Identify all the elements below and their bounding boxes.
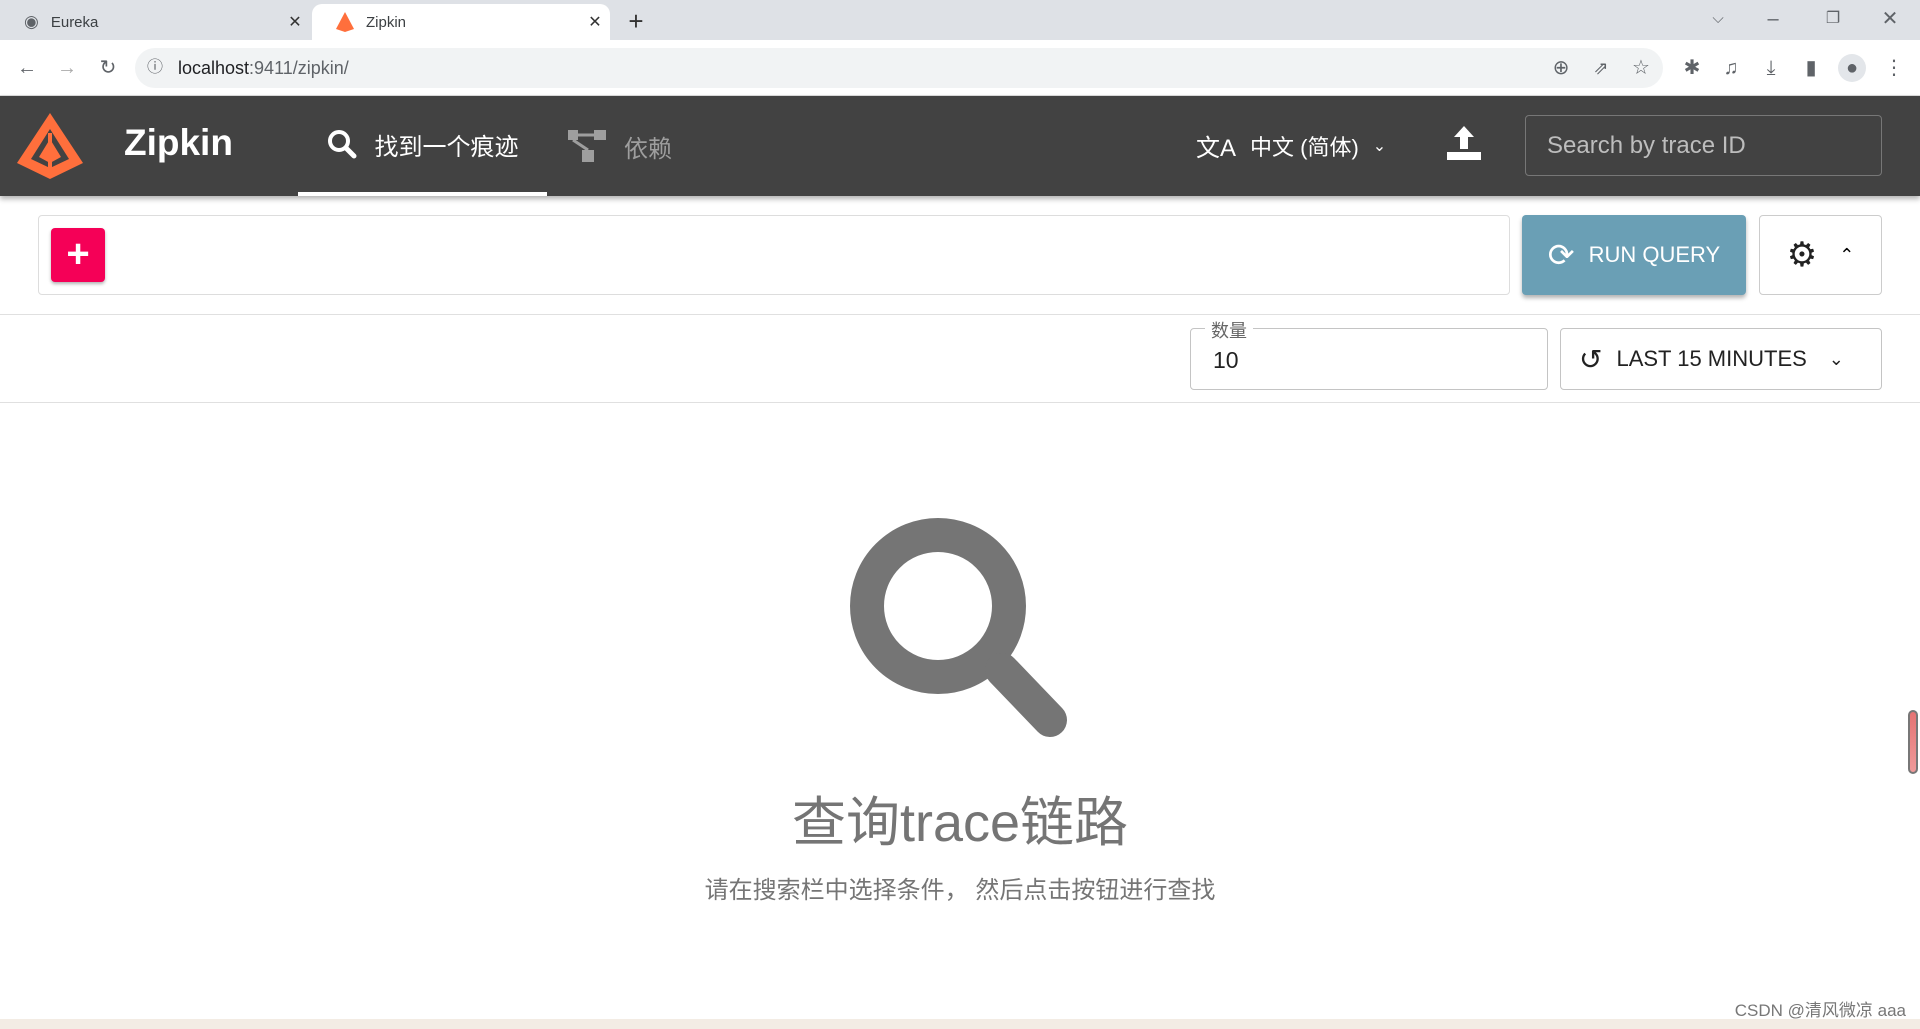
search-icon: [327, 130, 356, 159]
empty-search-icon: [850, 518, 1067, 737]
zoom-icon[interactable]: ⊕: [1547, 54, 1575, 82]
chevron-down-icon: ⌄: [1828, 348, 1844, 369]
scrollbar-thumb[interactable]: [1908, 710, 1918, 774]
address-bar-row: ← → ↻ ⓘ localhost:9411/zipkin/ ⊕ ⇗ ☆ ✱ ♫…: [0, 40, 1920, 96]
divider: [0, 402, 1920, 403]
tab-search-icon[interactable]: ⌵: [1704, 5, 1732, 33]
refresh-icon: ⟳: [1547, 237, 1575, 273]
app-header: Zipkin 找到一个痕迹 依赖 文A 中文 (简体) ⌄ Search by …: [0, 96, 1920, 196]
info-icon[interactable]: ⓘ: [141, 54, 169, 82]
divider: [0, 314, 1920, 315]
limit-field[interactable]: 数量 10: [1190, 317, 1548, 390]
close-window-button[interactable]: ✕: [1876, 5, 1904, 33]
forward-icon[interactable]: →: [53, 54, 81, 82]
bottom-strip: [0, 1019, 1920, 1029]
zipkin-logo[interactable]: [17, 113, 83, 179]
time-range-label: LAST 15 MINUTES: [1616, 346, 1807, 371]
url-text[interactable]: localhost:9411/zipkin/: [178, 58, 349, 79]
back-icon[interactable]: ←: [13, 54, 41, 82]
browser-tab-eureka[interactable]: ◉ Eureka ✕: [0, 4, 310, 40]
tab-find-trace[interactable]: 找到一个痕迹: [298, 96, 547, 196]
limit-value: 10: [1213, 347, 1239, 373]
limit-label: 数量: [1205, 317, 1253, 343]
language-label: 中文 (简体): [1250, 134, 1359, 160]
address-bar[interactable]: ⓘ localhost:9411/zipkin/ ⊕ ⇗ ☆: [135, 48, 1663, 88]
profile-avatar-icon[interactable]: ●: [1838, 54, 1866, 82]
bookmark-star-icon[interactable]: ☆: [1627, 54, 1655, 82]
trace-id-search-input[interactable]: Search by trace ID: [1525, 115, 1882, 176]
translate-icon: 文A: [1196, 135, 1237, 162]
empty-state-subtitle: 请在搜索栏中选择条件， 然后点击按钮进行查找: [704, 877, 1216, 904]
add-criteria-button[interactable]: +: [51, 228, 105, 282]
sidebar-icon[interactable]: ▮: [1797, 54, 1825, 82]
tab-title: Eureka: [50, 13, 99, 31]
language-selector[interactable]: 文A 中文 (简体) ⌄: [1196, 128, 1386, 163]
media-icon[interactable]: ♫: [1717, 54, 1745, 82]
gear-icon: ⚙: [1786, 236, 1818, 274]
tab-label: 找到一个痕迹: [374, 133, 519, 161]
dependency-icon: [568, 130, 606, 162]
new-tab-button[interactable]: +: [622, 7, 650, 35]
watermark: CSDN @清风微凉 aaa: [1734, 1001, 1906, 1020]
empty-state-title: 查询trace链路: [791, 793, 1129, 853]
time-range-button[interactable]: ↺ LAST 15 MINUTES ⌄: [1560, 328, 1882, 390]
close-tab-icon[interactable]: ✕: [280, 12, 310, 32]
menu-icon[interactable]: ⋮: [1880, 54, 1908, 82]
upload-icon[interactable]: [1447, 126, 1481, 160]
reload-icon[interactable]: ↻: [94, 54, 122, 82]
browser-tab-zipkin[interactable]: Zipkin ✕: [312, 4, 610, 40]
globe-icon: ◉: [24, 12, 39, 31]
download-icon[interactable]: ⤓: [1757, 54, 1785, 82]
extensions-icon[interactable]: ✱: [1678, 54, 1706, 82]
tab-title: Zipkin: [366, 13, 407, 31]
query-criteria-bar[interactable]: +: [38, 215, 1510, 295]
share-icon[interactable]: ⇗: [1587, 54, 1615, 82]
settings-toggle-button[interactable]: ⚙ ⌃: [1759, 215, 1882, 295]
brand-name: Zipkin: [124, 122, 233, 163]
tab-dependencies[interactable]: 依赖: [568, 96, 672, 196]
browser-tab-strip: ◉ Eureka ✕ Zipkin ✕ + ⌵ – ❐ ✕: [0, 0, 1920, 40]
chevron-down-icon: ⌄: [1372, 137, 1387, 155]
chevron-up-icon: ⌃: [1839, 244, 1855, 265]
run-query-button[interactable]: ⟳ RUN QUERY: [1522, 215, 1746, 295]
run-query-label: RUN QUERY: [1588, 242, 1721, 267]
search-placeholder: Search by trace ID: [1547, 132, 1746, 159]
close-tab-icon[interactable]: ✕: [580, 12, 610, 32]
zipkin-logo-icon: [336, 12, 354, 32]
minimize-button[interactable]: –: [1759, 5, 1787, 33]
tab-label: 依赖: [624, 135, 672, 163]
restore-button[interactable]: ❐: [1819, 5, 1847, 33]
url-host: localhost: [178, 58, 250, 78]
history-icon: ↺: [1579, 343, 1603, 375]
url-path: :9411/zipkin/: [249, 58, 349, 78]
